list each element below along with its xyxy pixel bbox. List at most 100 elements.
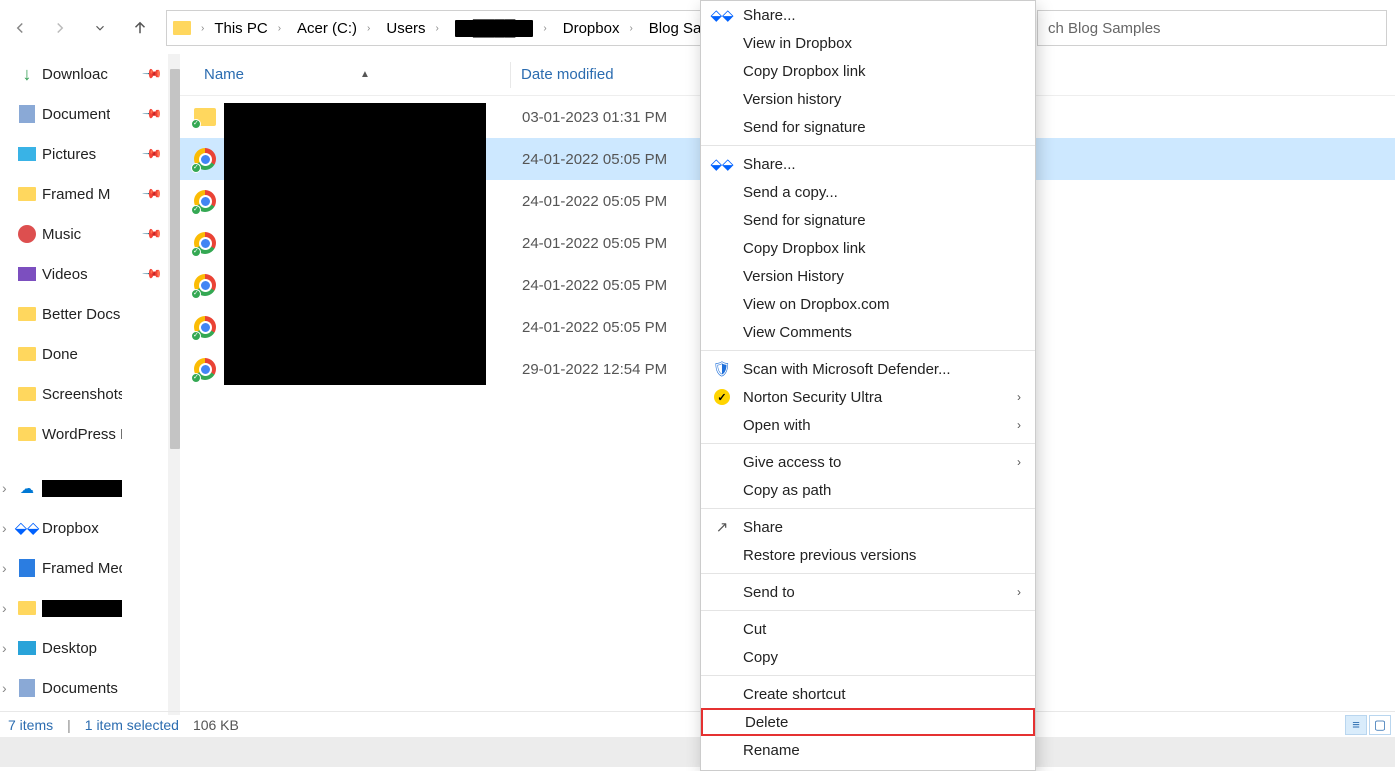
column-date-header[interactable]: Date modified bbox=[510, 62, 710, 88]
ctx-version-history[interactable]: Version History bbox=[701, 262, 1035, 290]
ctx-send-for-signature[interactable]: Send for signature bbox=[701, 206, 1035, 234]
sidebar-item-pictures[interactable]: Pictures📌 bbox=[0, 134, 180, 174]
nav-up-button[interactable] bbox=[120, 8, 160, 48]
sync-badge-icon bbox=[191, 205, 201, 215]
folder-icon bbox=[18, 599, 36, 617]
breadcrumb-dropbox[interactable]: Dropbox› bbox=[557, 11, 643, 45]
chrome-html-icon bbox=[194, 190, 216, 212]
folder-icon bbox=[18, 305, 36, 323]
file-date: 03-01-2023 01:31 PM bbox=[512, 109, 667, 126]
ctx-item-label: Send to bbox=[743, 584, 795, 601]
music-icon bbox=[18, 225, 36, 243]
sidebar-item-label: Desktop bbox=[42, 640, 97, 657]
desktop-icon bbox=[18, 639, 36, 657]
sidebar-item-label: Document bbox=[42, 106, 110, 123]
ctx-version-history[interactable]: Version history bbox=[701, 85, 1035, 113]
sidebar-item-framed-media[interactable]: Framed M📌 bbox=[0, 174, 180, 214]
sidebar-item-label: Framed Media bbox=[42, 560, 122, 577]
ctx-item-label: Restore previous versions bbox=[743, 547, 916, 564]
search-input[interactable]: ch Blog Samples bbox=[1037, 10, 1387, 46]
ctx-give-access-to[interactable]: Give access to› bbox=[701, 448, 1035, 476]
ctx-copy-as-path[interactable]: Copy as path bbox=[701, 476, 1035, 504]
ctx-copy[interactable]: Copy bbox=[701, 643, 1035, 671]
sidebar-tree-redacted[interactable]: ████ bbox=[0, 588, 180, 628]
ctx-item-label: View Comments bbox=[743, 324, 852, 341]
norton-icon: ✓ bbox=[713, 388, 731, 406]
sidebar-item-screenshots[interactable]: Screenshots bbox=[0, 374, 180, 414]
column-name-header[interactable]: Name▲ bbox=[180, 66, 510, 83]
chrome-html-icon bbox=[194, 232, 216, 254]
ctx-view-comments[interactable]: View Comments bbox=[701, 318, 1035, 346]
file-date: 29-01-2022 12:54 PM bbox=[512, 361, 667, 378]
ctx-norton-security-ultra[interactable]: ✓Norton Security Ultra› bbox=[701, 383, 1035, 411]
ctx-item-label: View on Dropbox.com bbox=[743, 296, 889, 313]
ctx-item-label: Scan with Microsoft Defender... bbox=[743, 361, 951, 378]
breadcrumb-user-redacted[interactable]: ████› bbox=[449, 11, 557, 45]
sidebar-tree-desktop[interactable]: Desktop bbox=[0, 628, 180, 668]
sidebar-scrollbar[interactable] bbox=[168, 54, 180, 715]
ctx-item-label: Send for signature bbox=[743, 119, 866, 136]
submenu-arrow-icon: › bbox=[1017, 390, 1021, 404]
sidebar-item-documents[interactable]: Document 📌 bbox=[0, 94, 180, 134]
ctx-item-label: Share... bbox=[743, 156, 796, 173]
breadcrumb-drive[interactable]: Acer (C:)› bbox=[291, 11, 380, 45]
onedrive-icon: ☁ bbox=[18, 479, 36, 497]
ctx-send-to[interactable]: Send to› bbox=[701, 578, 1035, 606]
doc-icon bbox=[18, 679, 36, 697]
sidebar-item-label: Framed M bbox=[42, 186, 110, 203]
pin-icon: 📌 bbox=[141, 143, 164, 166]
nav-back-button[interactable] bbox=[0, 8, 40, 48]
ctx-item-label: Copy Dropbox link bbox=[743, 63, 866, 80]
file-date: 24-01-2022 05:05 PM bbox=[512, 319, 667, 336]
share-icon: ↗ bbox=[713, 518, 731, 536]
ctx-item-label: Share... bbox=[743, 7, 796, 24]
context-menu: ⬙⬙Share... View in Dropbox Copy Dropbox li… bbox=[700, 0, 1036, 771]
sidebar-tree-documents[interactable]: Documents bbox=[0, 668, 180, 708]
sidebar-tree-dropbox[interactable]: ⬙⬙Dropbox bbox=[0, 508, 180, 548]
ctx-rename[interactable]: Rename bbox=[701, 736, 1035, 764]
ctx-copy-dropbox-link[interactable]: Copy Dropbox link bbox=[701, 57, 1035, 85]
nav-recent-button[interactable] bbox=[80, 8, 120, 48]
ctx-send-a-copy[interactable]: Send a copy... bbox=[701, 178, 1035, 206]
sidebar-tree-redacted[interactable]: ☁████ bbox=[0, 468, 180, 508]
sync-badge-icon bbox=[191, 289, 201, 299]
ctx-send-for-signature[interactable]: Send for signature bbox=[701, 113, 1035, 141]
ctx-share[interactable]: ⬙⬙Share... bbox=[701, 1, 1035, 29]
ctx-create-shortcut[interactable]: Create shortcut bbox=[701, 680, 1035, 708]
breadcrumb-this-pc[interactable]: ›This PC› bbox=[167, 11, 291, 45]
ctx-view-in-dropbox[interactable]: View in Dropbox bbox=[701, 29, 1035, 57]
sidebar-item-done[interactable]: Done bbox=[0, 334, 180, 374]
ctx-scan-with-microsoft-defender[interactable]: 🛡Scan with Microsoft Defender... bbox=[701, 355, 1035, 383]
view-details-button[interactable]: ≡ bbox=[1345, 715, 1367, 735]
status-size: 106 KB bbox=[193, 717, 239, 733]
ctx-item-label: View in Dropbox bbox=[743, 35, 852, 52]
sidebar: ↓Downloac📌Document📌Pictures📌Framed M📌Mus… bbox=[0, 54, 180, 715]
file-date: 24-01-2022 05:05 PM bbox=[512, 151, 667, 168]
ctx-restore-previous-versions[interactable]: Restore previous versions bbox=[701, 541, 1035, 569]
ctx-share[interactable]: ↗Share bbox=[701, 513, 1035, 541]
nav-forward-button[interactable] bbox=[40, 8, 80, 48]
breadcrumb-users[interactable]: Users› bbox=[380, 11, 449, 45]
pin-icon: 📌 bbox=[141, 103, 164, 126]
pin-icon: 📌 bbox=[141, 63, 164, 86]
ctx-view-on-dropbox-com[interactable]: View on Dropbox.com bbox=[701, 290, 1035, 318]
sidebar-scrollbar-thumb[interactable] bbox=[170, 69, 180, 449]
sidebar-item-label: Music bbox=[42, 226, 81, 243]
ctx-copy-dropbox-link[interactable]: Copy Dropbox link bbox=[701, 234, 1035, 262]
sidebar-item-label: WordPress Pi bbox=[42, 426, 122, 443]
sidebar-tree-framed-media[interactable]: Framed Media bbox=[0, 548, 180, 588]
ctx-delete[interactable]: Delete bbox=[701, 708, 1035, 736]
view-large-button[interactable]: ▢ bbox=[1369, 715, 1391, 735]
sidebar-item-videos[interactable]: Videos📌 bbox=[0, 254, 180, 294]
sync-badge-icon bbox=[191, 163, 201, 173]
sidebar-item-downloads[interactable]: ↓Downloac📌 bbox=[0, 54, 180, 94]
ctx-cut[interactable]: Cut bbox=[701, 615, 1035, 643]
sidebar-item-better-docs[interactable]: Better Docs bbox=[0, 294, 180, 334]
ctx-open-with[interactable]: Open with› bbox=[701, 411, 1035, 439]
sidebar-item-wordpress-pics[interactable]: WordPress Pi bbox=[0, 414, 180, 454]
sidebar-item-music[interactable]: Music📌 bbox=[0, 214, 180, 254]
pin-icon: 📌 bbox=[141, 263, 164, 286]
sync-badge-icon bbox=[191, 373, 201, 383]
ctx-share[interactable]: ⬙⬙Share... bbox=[701, 150, 1035, 178]
ctx-item-label: Cut bbox=[743, 621, 766, 638]
